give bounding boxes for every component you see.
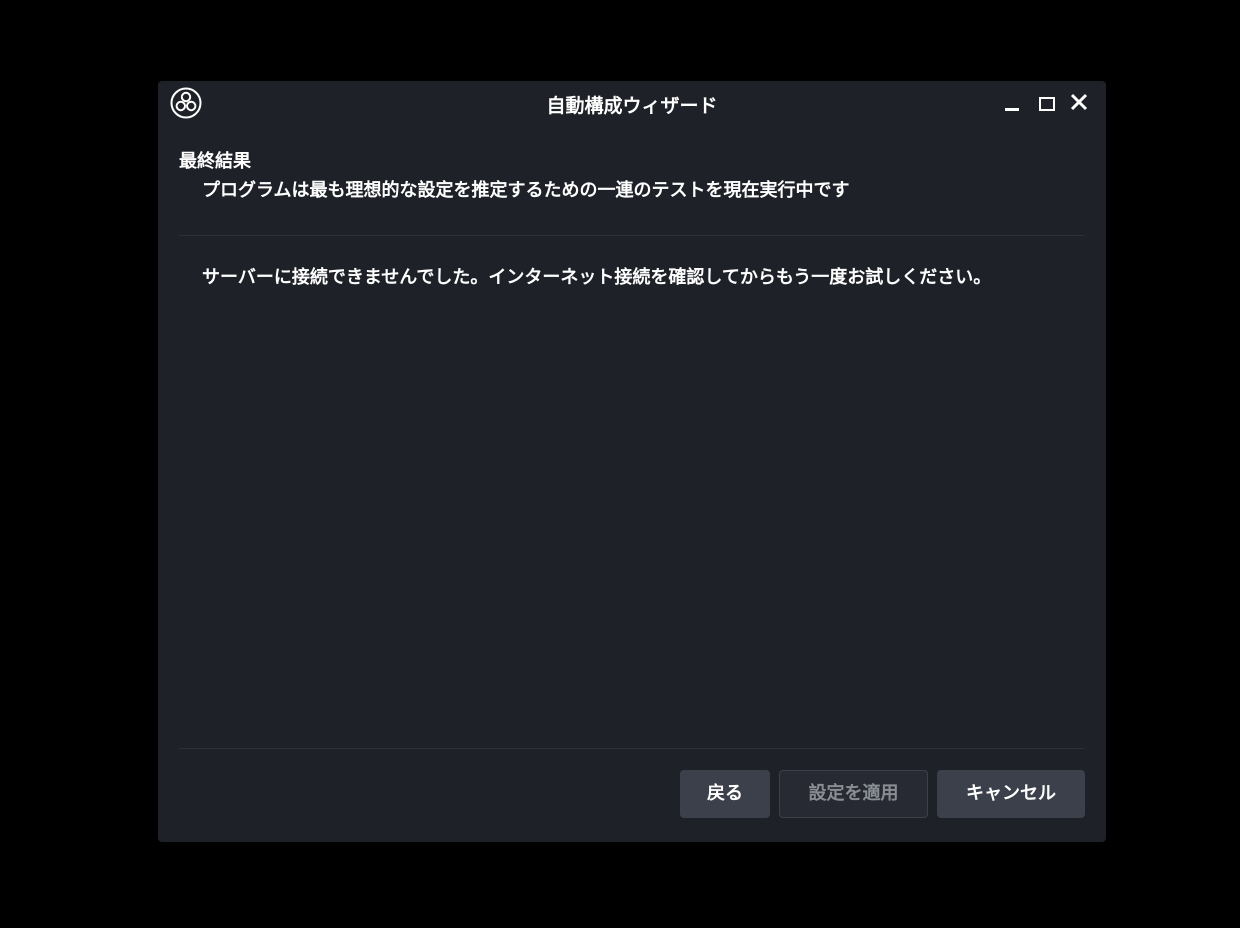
footer-divider: [179, 748, 1084, 749]
close-icon: [1070, 93, 1088, 111]
page-subheading: プログラムは最も理想的な設定を推定するための一連のテストを現在実行中です: [202, 180, 850, 201]
title-bar[interactable]: 自動構成ウィザード: [158, 81, 1106, 125]
maximize-icon: [1039, 97, 1055, 111]
error-message: サーバーに接続できませんでした。インターネット接続を確認してからもう一度お試しく…: [202, 267, 992, 288]
maximize-button[interactable]: [1035, 91, 1057, 113]
minimize-button[interactable]: [1001, 91, 1023, 113]
window-title: 自動構成ウィザード: [546, 95, 718, 117]
minimize-icon: [1005, 108, 1019, 111]
header-divider: [179, 235, 1084, 236]
back-button[interactable]: 戻る: [680, 770, 770, 818]
page-heading: 最終結果: [179, 151, 251, 172]
close-button[interactable]: [1068, 91, 1090, 113]
auto-config-wizard-window: 自動構成ウィザード 最終結果 プログラムは最も理想的な設定を推定するための一連の…: [158, 81, 1106, 842]
apply-settings-button[interactable]: 設定を適用: [779, 770, 928, 818]
cancel-button[interactable]: キャンセル: [937, 770, 1085, 818]
